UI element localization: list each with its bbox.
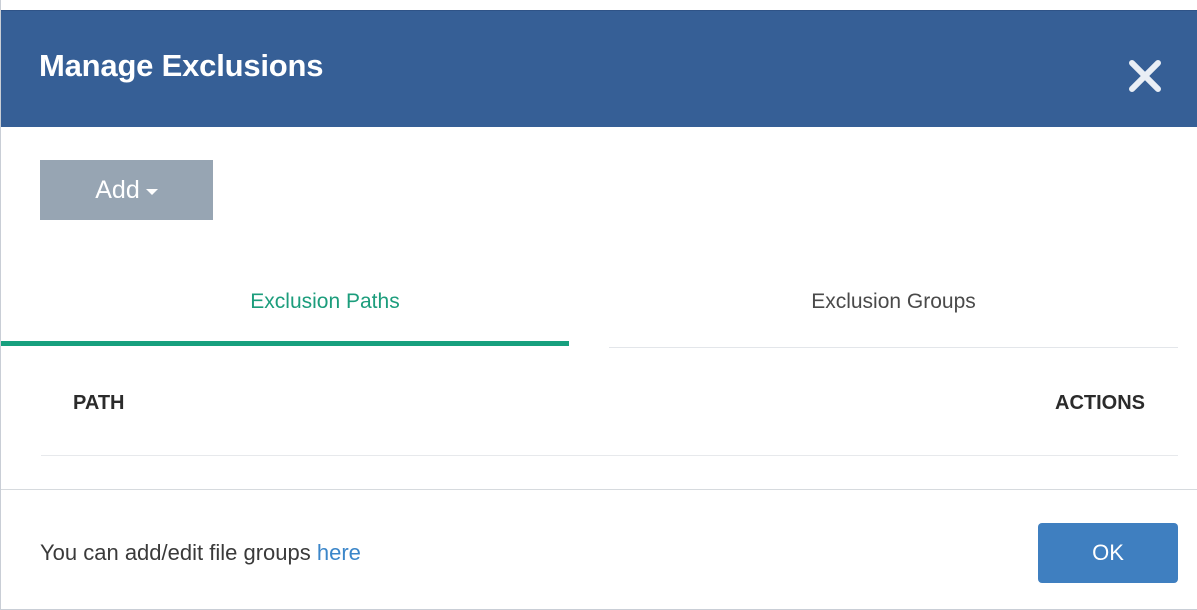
tab-exclusion-paths[interactable]: Exclusion Paths	[41, 255, 609, 349]
footer-text-prefix: You can add/edit file groups	[40, 540, 317, 565]
ok-button[interactable]: OK	[1038, 523, 1178, 583]
file-groups-link[interactable]: here	[317, 540, 361, 565]
column-header-actions: ACTIONS	[1055, 392, 1145, 414]
footer-text: You can add/edit file groups here	[40, 540, 361, 566]
close-icon	[1129, 60, 1161, 92]
tabs-divider	[609, 347, 1178, 348]
close-button[interactable]	[1123, 54, 1167, 98]
caret-down-icon	[145, 188, 158, 195]
dialog-title: Manage Exclusions	[39, 48, 324, 83]
add-button-label: Add	[95, 175, 140, 204]
exclusion-tabs: Exclusion Paths Exclusion Groups	[41, 255, 1178, 349]
active-tab-indicator	[1, 341, 569, 346]
dialog-header: Manage Exclusions	[1, 10, 1197, 127]
ok-button-label: OK	[1092, 540, 1124, 565]
tab-exclusion-groups[interactable]: Exclusion Groups	[609, 255, 1178, 349]
tab-exclusion-paths-label: Exclusion Paths	[250, 290, 400, 313]
column-header-path[interactable]: PATH	[73, 392, 124, 415]
tab-exclusion-groups-label: Exclusion Groups	[811, 290, 976, 313]
add-button[interactable]: Add	[40, 160, 213, 220]
manage-exclusions-dialog: Manage Exclusions Add Exclusion Paths Ex…	[0, 0, 1197, 610]
table-divider	[41, 455, 1178, 456]
footer-divider	[1, 489, 1197, 490]
